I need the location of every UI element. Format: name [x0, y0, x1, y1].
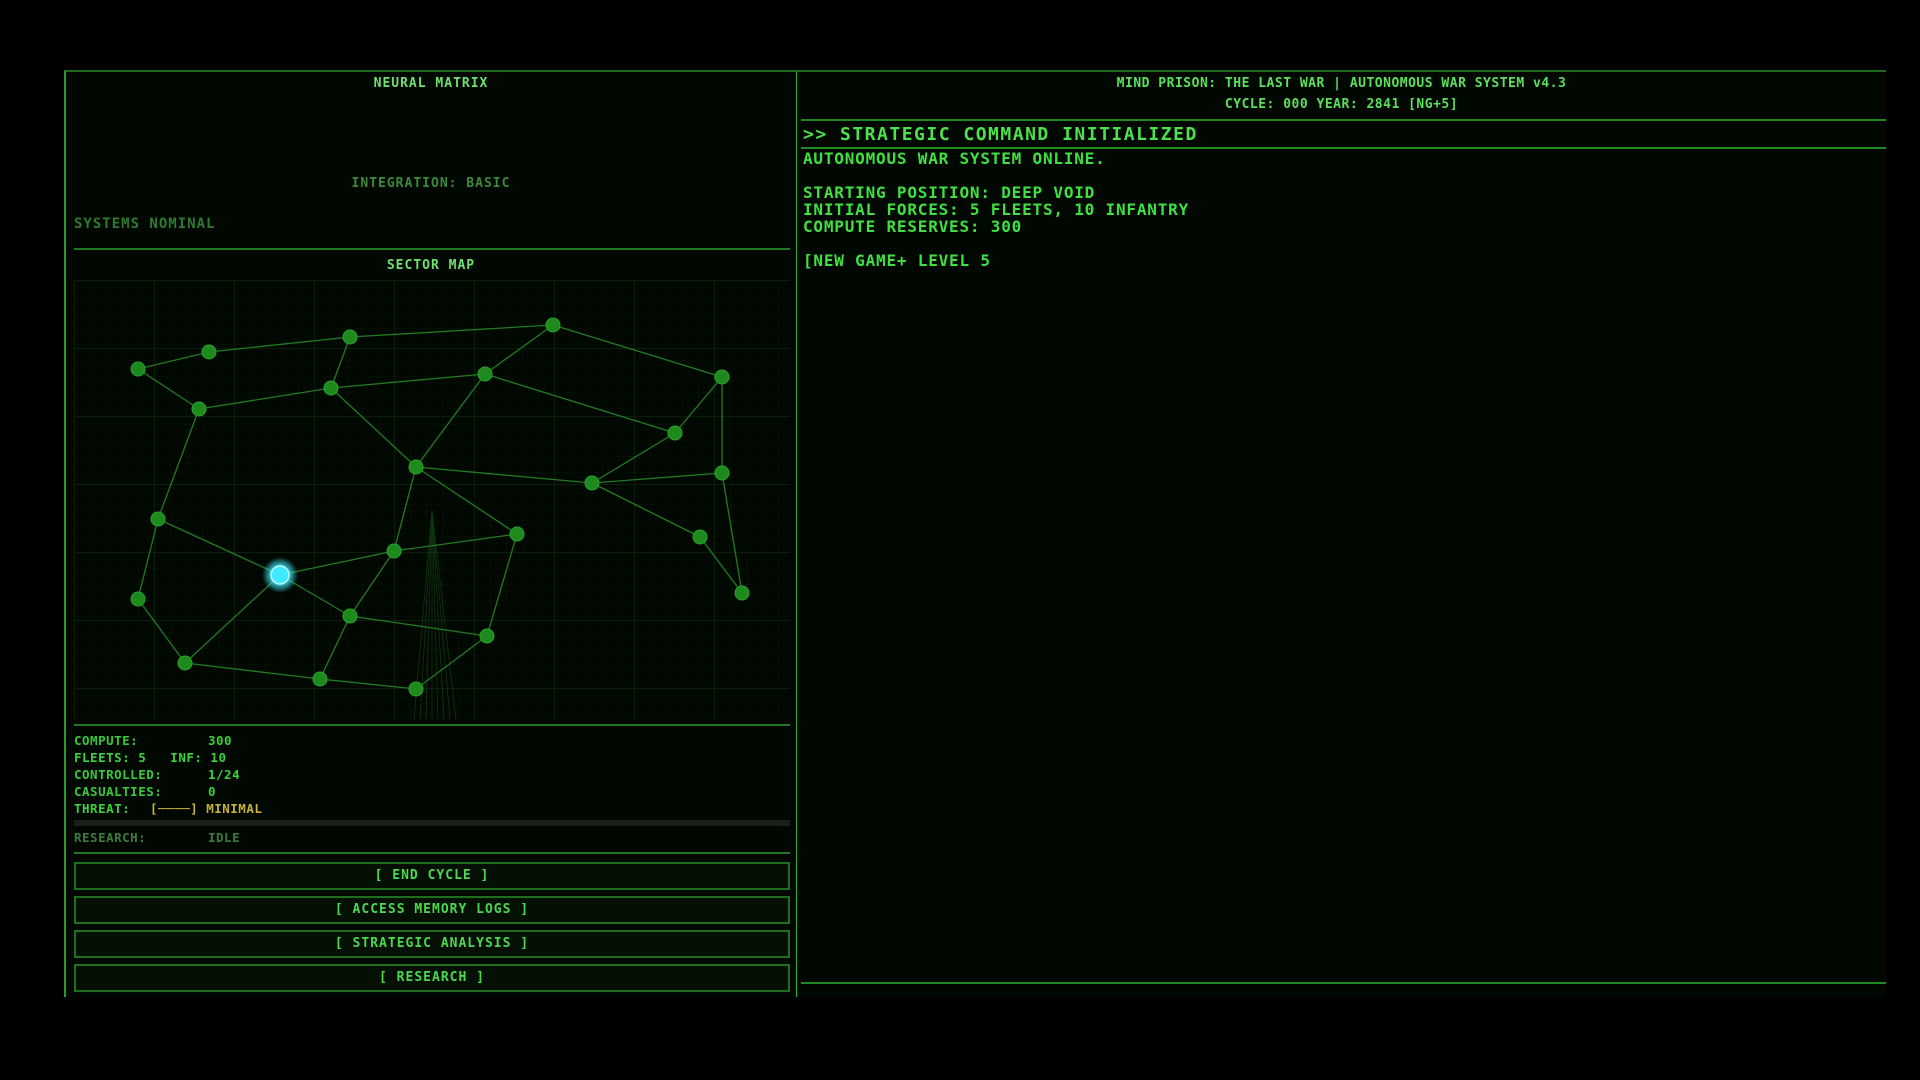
- neural-matrix-title: NEURAL MATRIX: [373, 76, 489, 91]
- left-panel: NEURAL MATRIX INTEGRATION: BASIC SYSTEMS…: [64, 70, 799, 997]
- sector-node[interactable]: [342, 329, 358, 345]
- sector-node[interactable]: [150, 511, 166, 527]
- log-line: [NEW GAME+ LEVEL 5: [803, 251, 991, 270]
- log-line: STARTING POSITION: DEEP VOID: [803, 183, 1096, 202]
- console-log: AUTONOMOUS WAR SYSTEM ONLINE. STARTING P…: [803, 150, 1189, 269]
- stats-panel: COMPUTE: 300 FLEETS: 5 INF: 10 CONTROLLED…: [74, 732, 790, 817]
- memory-logs-button[interactable]: [ ACCESS MEMORY LOGS ]: [74, 896, 790, 924]
- cycle-info: CYCLE: 000 YEAR: 2841 [NG+5]: [1224, 97, 1459, 112]
- sector-node[interactable]: [509, 526, 525, 542]
- controlled-value: 1/24: [208, 767, 241, 782]
- sector-node[interactable]: [477, 366, 493, 382]
- right-panel: MIND PRISON: THE LAST WAR | AUTONOMOUS W…: [797, 70, 1886, 997]
- research-button[interactable]: [ RESEARCH ]: [74, 964, 790, 992]
- threat-value: MINIMAL: [206, 801, 263, 816]
- sector-node[interactable]: [479, 628, 495, 644]
- casualties-label: CASUALTIES:: [74, 784, 163, 799]
- sector-node[interactable]: [714, 465, 730, 481]
- divider: [74, 724, 790, 726]
- divider: [74, 248, 790, 250]
- research-label: RESEARCH:: [74, 830, 147, 845]
- game-title: MIND PRISON: THE LAST WAR | AUTONOMOUS W…: [1116, 76, 1567, 91]
- sector-node[interactable]: [408, 681, 424, 697]
- player-sector-node[interactable]: [270, 565, 290, 585]
- sector-node[interactable]: [177, 655, 193, 671]
- sector-node[interactable]: [312, 671, 328, 687]
- console-banner: >> STRATEGIC COMMAND INITIALIZED: [803, 124, 1198, 145]
- log-line: INITIAL FORCES: 5 FLEETS, 10 INFANTRY: [803, 200, 1190, 219]
- threat-meter: [────]: [150, 801, 199, 816]
- threat-label: THREAT:: [74, 801, 131, 816]
- game-frame: NEURAL MATRIX INTEGRATION: BASIC SYSTEMS…: [64, 70, 1886, 997]
- sector-node[interactable]: [667, 425, 683, 441]
- controlled-label: CONTROLLED:: [74, 767, 163, 782]
- strategic-analysis-button[interactable]: [ STRATEGIC ANALYSIS ]: [74, 930, 790, 958]
- compute-label: COMPUTE:: [74, 733, 139, 748]
- sector-node[interactable]: [386, 543, 402, 559]
- compute-value: 300: [208, 733, 233, 748]
- research-status: RESEARCH: IDLE: [74, 830, 240, 845]
- forces-line: FLEETS: 5 INF: 10: [74, 750, 227, 765]
- sector-node[interactable]: [584, 475, 600, 491]
- log-line: COMPUTE RESERVES: 300: [803, 217, 1023, 236]
- end-cycle-button[interactable]: [ END CYCLE ]: [74, 862, 790, 890]
- integration-status: INTEGRATION: BASIC: [351, 176, 511, 191]
- sector-node[interactable]: [201, 344, 217, 360]
- research-value: IDLE: [208, 830, 241, 845]
- sector-node[interactable]: [323, 380, 339, 396]
- divider: [801, 119, 1886, 121]
- sector-node[interactable]: [191, 401, 207, 417]
- sector-node[interactable]: [342, 608, 358, 624]
- sector-map-title: SECTOR MAP: [386, 258, 476, 273]
- casualties-value: 0: [208, 784, 217, 799]
- sector-map[interactable]: [74, 280, 790, 720]
- divider: [801, 982, 1886, 984]
- sector-node[interactable]: [692, 529, 708, 545]
- sector-node[interactable]: [714, 369, 730, 385]
- sector-node[interactable]: [408, 459, 424, 475]
- log-line: AUTONOMOUS WAR SYSTEM ONLINE.: [803, 149, 1106, 168]
- sector-node[interactable]: [130, 591, 146, 607]
- divider: [74, 852, 790, 854]
- threat-bar: [74, 820, 790, 826]
- systems-status: SYSTEMS NOMINAL: [74, 216, 216, 232]
- sector-node[interactable]: [130, 361, 146, 377]
- sector-node[interactable]: [545, 317, 561, 333]
- sector-node[interactable]: [734, 585, 750, 601]
